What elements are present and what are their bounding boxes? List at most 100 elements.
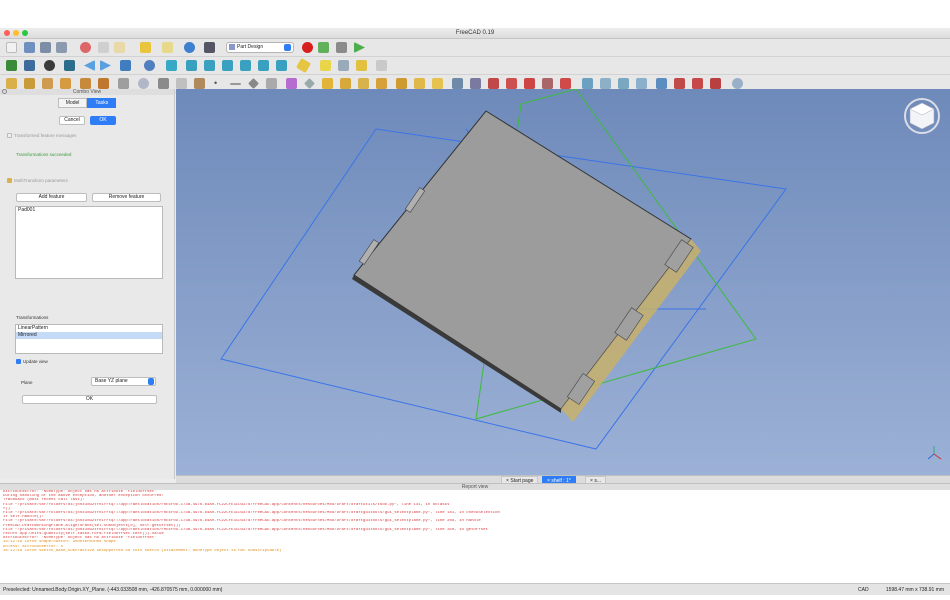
- zoom-icon[interactable]: [144, 60, 155, 71]
- workbench-selector[interactable]: Part Design: [226, 42, 294, 53]
- group-icon[interactable]: [356, 60, 367, 71]
- stop-macro-icon[interactable]: [318, 42, 329, 53]
- transformation-item-mirrored[interactable]: Mirrored: [16, 332, 162, 339]
- line-icon[interactable]: [230, 83, 241, 85]
- feature-list[interactable]: Pad001: [15, 206, 163, 279]
- plane-icon[interactable]: [248, 78, 259, 89]
- create-sketch-icon[interactable]: [6, 78, 17, 89]
- record-macro-icon[interactable]: [302, 42, 313, 53]
- loft-icon[interactable]: [358, 78, 369, 89]
- report-log[interactable]: AttributeError: 'NoneType' object has no…: [0, 490, 950, 553]
- ok-button[interactable]: OK: [90, 116, 116, 125]
- std-views-icon[interactable]: [120, 60, 131, 71]
- front-icon[interactable]: [186, 60, 197, 71]
- minimize-window-button[interactable]: [13, 30, 19, 36]
- transformations-list[interactable]: LinearPattern Mirrored: [15, 324, 163, 354]
- subtractive-helix-icon[interactable]: [542, 78, 553, 89]
- whats-this-icon[interactable]: [204, 42, 215, 53]
- left-icon[interactable]: [276, 60, 287, 71]
- check-geometry-icon[interactable]: [60, 78, 71, 89]
- subtractive-primitive-icon[interactable]: [560, 78, 571, 89]
- thickness-icon[interactable]: [710, 78, 721, 89]
- edit-sketch-icon[interactable]: [24, 78, 35, 89]
- helix-icon[interactable]: [396, 78, 407, 89]
- part-icon[interactable]: [320, 60, 331, 71]
- new-icon[interactable]: [6, 42, 17, 53]
- pad-icon[interactable]: [322, 78, 333, 89]
- additive-box-icon[interactable]: [432, 78, 443, 89]
- refresh-icon[interactable]: [184, 42, 195, 53]
- revolution-icon[interactable]: [340, 78, 351, 89]
- attach-sketch-icon[interactable]: [80, 78, 91, 89]
- subtractive-loft-icon[interactable]: [506, 78, 517, 89]
- map-sketch-icon[interactable]: [98, 78, 109, 89]
- clone-icon[interactable]: [194, 78, 205, 89]
- run-macro-icon[interactable]: [354, 42, 365, 53]
- shape-icon[interactable]: [158, 78, 169, 89]
- back-icon[interactable]: [84, 60, 95, 71]
- rear-icon[interactable]: [240, 60, 251, 71]
- multi-transform-icon[interactable]: [636, 78, 647, 89]
- pipe-icon[interactable]: [376, 78, 387, 89]
- forward-icon[interactable]: [100, 60, 111, 71]
- navigation-cube[interactable]: [903, 97, 941, 135]
- cut-icon[interactable]: [80, 42, 91, 53]
- macros-icon[interactable]: [336, 42, 347, 53]
- save-as-icon[interactable]: [56, 42, 67, 53]
- measure-icon[interactable]: [295, 57, 312, 74]
- undo-icon[interactable]: [140, 42, 151, 53]
- close-panel-icon[interactable]: [2, 89, 7, 94]
- navigation-style[interactable]: CAD: [858, 584, 869, 596]
- additive-primitive-icon[interactable]: [414, 78, 425, 89]
- pocket-icon[interactable]: [452, 78, 463, 89]
- tab-tasks[interactable]: Tasks: [87, 98, 117, 108]
- validate-sketch-icon[interactable]: [42, 78, 53, 89]
- link-icon[interactable]: [376, 60, 387, 71]
- feature-list-item[interactable]: Pad001: [16, 207, 162, 214]
- bottom-icon[interactable]: [258, 60, 269, 71]
- top-icon[interactable]: [204, 60, 215, 71]
- copy-icon[interactable]: [98, 42, 109, 53]
- fit-selection-icon[interactable]: [24, 60, 35, 71]
- draw-style-icon[interactable]: [44, 60, 55, 71]
- add-feature-button[interactable]: Add feature: [16, 193, 87, 202]
- feature-icon[interactable]: [176, 78, 187, 89]
- remove-feature-button[interactable]: Remove feature: [92, 193, 161, 202]
- shape-binder-icon[interactable]: [286, 78, 297, 89]
- sphere-icon[interactable]: [138, 78, 149, 89]
- chamfer-icon[interactable]: [674, 78, 685, 89]
- transformation-item-linearpattern[interactable]: LinearPattern: [16, 325, 162, 332]
- open-icon[interactable]: [24, 42, 35, 53]
- zoom-window-button[interactable]: [22, 30, 28, 36]
- 3d-viewport[interactable]: [176, 89, 950, 475]
- subtractive-pipe-icon[interactable]: [524, 78, 535, 89]
- messages-collapse-icon[interactable]: [7, 133, 12, 138]
- redo-icon[interactable]: [162, 42, 173, 53]
- draft-icon[interactable]: [692, 78, 703, 89]
- groove-icon[interactable]: [488, 78, 499, 89]
- polar-pattern-icon[interactable]: [618, 78, 629, 89]
- mirrored-ok-button[interactable]: OK: [22, 395, 157, 404]
- paste-icon[interactable]: [114, 42, 125, 53]
- body-outline-icon[interactable]: [118, 78, 129, 89]
- clone-icon-2[interactable]: [304, 78, 315, 89]
- body-icon[interactable]: [338, 60, 349, 71]
- isometric-icon[interactable]: [166, 60, 177, 71]
- sync-view-icon[interactable]: [64, 60, 75, 71]
- right-icon[interactable]: [222, 60, 233, 71]
- cs-icon[interactable]: [266, 78, 277, 89]
- tab-model[interactable]: Model: [57, 98, 88, 108]
- hole-icon[interactable]: [470, 78, 481, 89]
- shelf-body-face[interactable]: [353, 110, 692, 410]
- save-icon[interactable]: [40, 42, 51, 53]
- linear-pattern-icon[interactable]: [600, 78, 611, 89]
- fit-all-icon[interactable]: [6, 60, 17, 71]
- close-window-button[interactable]: [4, 30, 10, 36]
- boolean-icon[interactable]: [732, 78, 743, 89]
- cancel-button[interactable]: Cancel: [59, 116, 85, 125]
- fillet-icon[interactable]: [656, 78, 667, 89]
- mirrored-icon[interactable]: [582, 78, 593, 89]
- point-icon[interactable]: •: [214, 78, 225, 89]
- update-view-checkbox[interactable]: [16, 359, 21, 364]
- plane-select[interactable]: Base YZ plane: [91, 377, 156, 386]
